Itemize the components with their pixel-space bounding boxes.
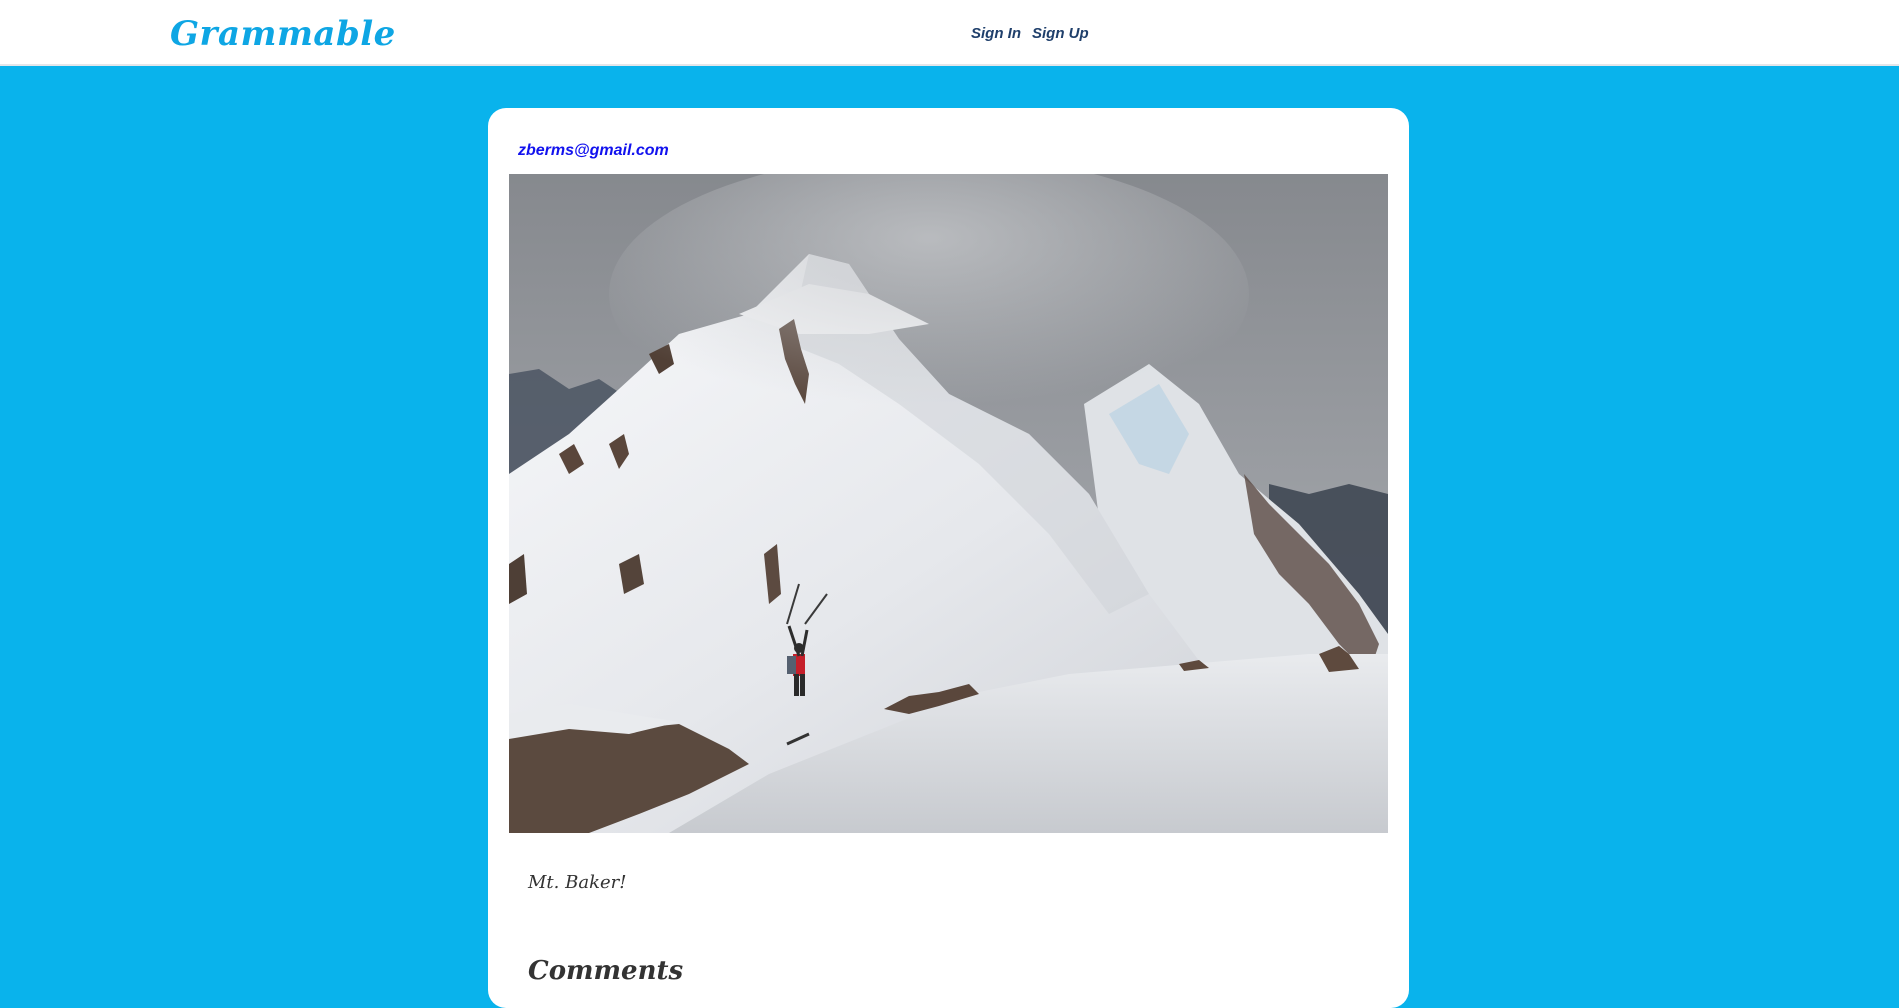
post-photo [509,174,1388,833]
post-author-link[interactable]: zberms@gmail.com [518,141,669,161]
top-navbar: Grammable Sign In Sign Up [0,0,1899,66]
comments-heading: Comments [528,956,684,986]
brand-logo-link[interactable]: Grammable [170,14,396,54]
sign-in-link[interactable]: Sign In [971,24,1021,44]
auth-nav: Sign In Sign Up [971,24,1089,44]
sign-up-link[interactable]: Sign Up [1032,24,1089,44]
post-card: zberms@gmail.com Mt. Baker! Comments [488,108,1409,1008]
post-caption: Mt. Baker! [528,872,627,893]
